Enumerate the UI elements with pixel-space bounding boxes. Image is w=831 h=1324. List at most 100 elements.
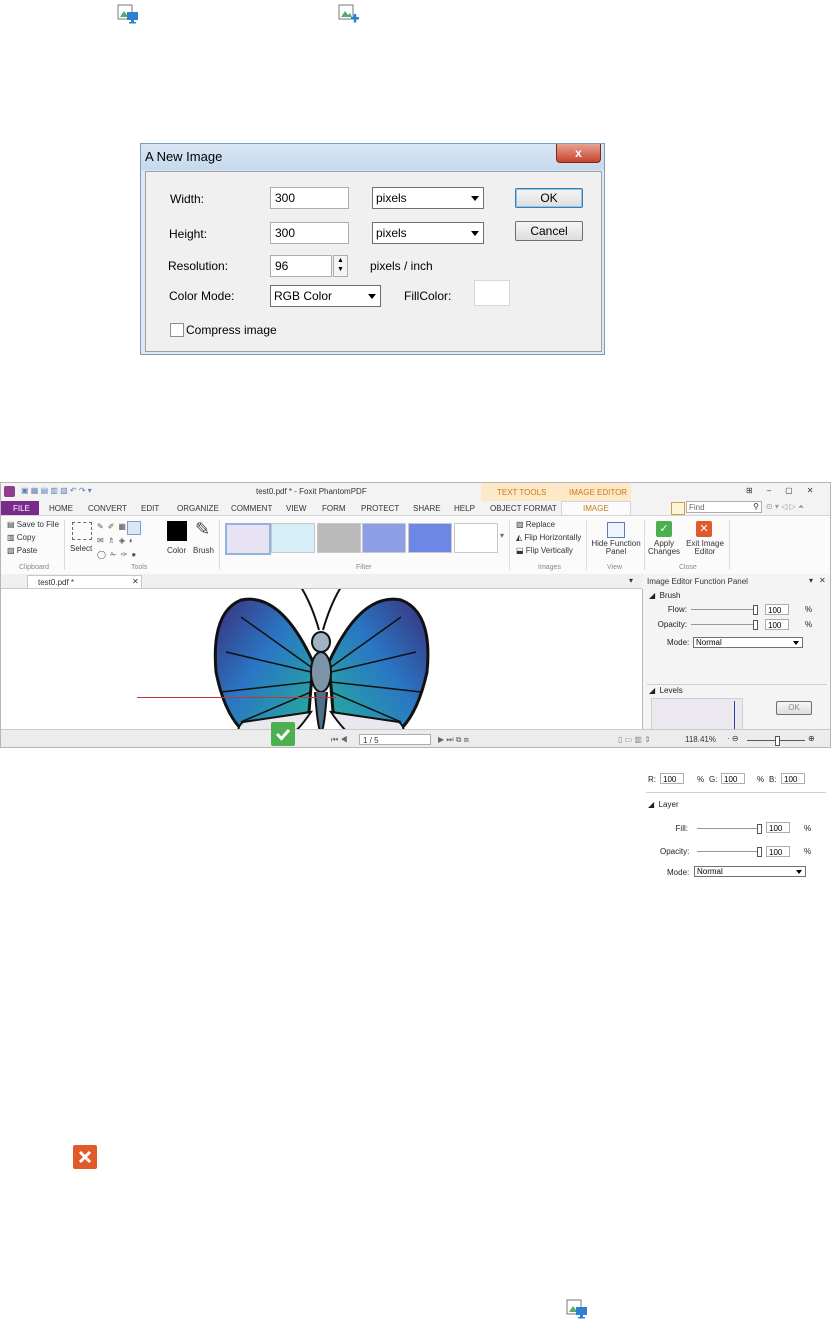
find-input[interactable]: Find ⚲	[686, 501, 762, 513]
dialog-close-button[interactable]: x	[556, 144, 601, 163]
replace-button[interactable]: ▨ Replace	[516, 520, 555, 529]
hide-panel-icon[interactable]	[607, 522, 625, 538]
compress-image-checkbox[interactable]	[170, 323, 184, 337]
menu-convert[interactable]: CONVERT	[88, 504, 127, 513]
separator	[509, 520, 510, 570]
nav-next-last-icon[interactable]: ▶ ⏭ ⧉ ⧈	[438, 735, 469, 745]
close-icon[interactable]: ✕	[132, 577, 139, 586]
zoom-in-icon[interactable]: ⊕	[808, 734, 815, 743]
brush-label[interactable]: Brush	[193, 546, 214, 555]
apply-check-icon[interactable]: ✓	[656, 521, 672, 537]
color-mode-select[interactable]: RGB Color	[270, 285, 381, 307]
search-icon[interactable]: ⚲	[753, 502, 759, 511]
levels-b-input[interactable]: 100	[781, 773, 805, 784]
paste-button[interactable]: ▧ Paste	[7, 546, 37, 555]
context-tab-text-tools[interactable]: TEXT TOOLS	[497, 488, 546, 497]
save-to-file-button[interactable]: ▤ Save to File	[7, 520, 59, 529]
width-unit-select[interactable]: pixels	[372, 187, 484, 209]
width-input[interactable]: 300	[270, 187, 349, 209]
menu-comment[interactable]: COMMENT	[231, 504, 272, 513]
exit-x-icon[interactable]: ✕	[696, 521, 712, 537]
brush-opacity-handle[interactable]	[753, 620, 758, 630]
levels-ok-button[interactable]: OK	[776, 701, 812, 715]
menu-share[interactable]: SHARE	[413, 504, 441, 513]
folder-icon[interactable]	[671, 502, 685, 515]
filter-thumb-grayscale[interactable]	[317, 523, 361, 553]
color-label[interactable]: Color	[167, 546, 186, 555]
menu-edit[interactable]: EDIT	[141, 504, 159, 513]
page-layout-icons[interactable]: ▯ ▭ ▥ ⇕	[618, 735, 651, 744]
fill-color-swatch[interactable]	[474, 280, 510, 306]
menu-protect[interactable]: PROTECT	[361, 504, 399, 513]
clipboard-group-label: Clipboard	[19, 564, 49, 571]
layer-section-header[interactable]: ◢ Layer	[648, 800, 679, 809]
menu-home[interactable]: HOME	[49, 504, 73, 513]
layer-fill-slider[interactable]	[697, 828, 759, 829]
nav-arrows-icon[interactable]: ⊙ ▾ ◁ ▷ ⏶	[766, 502, 804, 512]
layer-fill-input[interactable]: 100	[766, 822, 790, 833]
ok-button[interactable]: OK	[515, 188, 583, 208]
page-input[interactable]: 1 / 5	[359, 734, 431, 745]
flip-vertically-button[interactable]: ⬓ Flip Vertically	[516, 546, 573, 555]
menu-organize[interactable]: ORGANIZE	[177, 504, 219, 513]
context-tab-image-editor[interactable]: IMAGE EDITOR	[569, 488, 627, 497]
filter-thumb-blue[interactable]	[362, 523, 406, 553]
layer-mode-select[interactable]: Normal	[694, 866, 806, 877]
menu-help[interactable]: HELP	[454, 504, 475, 513]
levels-section-header[interactable]: ◢ Levels	[649, 686, 683, 695]
copy-button[interactable]: ▥ Copy	[7, 533, 35, 542]
brush-section-header[interactable]: ◢ Brush	[649, 591, 681, 600]
menu-view[interactable]: VIEW	[286, 504, 306, 513]
layer-opacity-handle[interactable]	[757, 847, 762, 857]
chevron-down-icon[interactable]: ▾	[809, 576, 813, 585]
height-unit-select[interactable]: pixels	[372, 222, 484, 244]
levels-b-label: B:	[769, 775, 777, 784]
exit-image-editor-label[interactable]: Exit Image Editor	[685, 540, 725, 556]
filter-thumb-cool[interactable]	[271, 523, 315, 553]
flow-input[interactable]: 100	[765, 604, 789, 615]
exit-x-icon	[73, 1145, 97, 1169]
menu-file[interactable]: FILE	[13, 504, 30, 513]
filter-scroll-icon[interactable]: ▾	[500, 531, 504, 540]
zoom-out-icon[interactable]: · ⊖	[727, 734, 739, 743]
menu-object-format[interactable]: OBJECT FORMAT	[490, 504, 557, 513]
levels-r-label: R:	[648, 775, 656, 784]
doc-tab[interactable]: test0.pdf * ✕	[27, 575, 142, 588]
color-swatch[interactable]	[167, 521, 187, 541]
select-marquee-icon[interactable]	[72, 522, 92, 540]
brush-mode-select[interactable]: Normal	[693, 637, 803, 648]
filter-thumb-bw[interactable]	[454, 523, 498, 553]
window-controls[interactable]: ⊞–▢✕	[746, 486, 827, 495]
butterfly-image[interactable]	[171, 589, 471, 729]
brush-icon[interactable]: ✎	[195, 519, 210, 540]
flow-slider[interactable]	[691, 609, 755, 610]
resolution-stepper[interactable]: ▲ ▼	[333, 255, 348, 277]
filter-thumb-normal[interactable]	[225, 523, 271, 555]
menu-form[interactable]: FORM	[322, 504, 346, 513]
height-input[interactable]: 300	[270, 222, 349, 244]
levels-r-input[interactable]: 100	[660, 773, 684, 784]
layer-opacity-input[interactable]: 100	[766, 846, 790, 857]
close-icon[interactable]: ✕	[819, 576, 826, 585]
flip-horizontally-button[interactable]: ◭ Flip Horizontally	[516, 533, 581, 542]
flow-slider-handle[interactable]	[753, 605, 758, 615]
brush-opacity-slider[interactable]	[691, 624, 755, 625]
brush-opacity-input[interactable]: 100	[765, 619, 789, 630]
hide-function-panel-label[interactable]: Hide Function Panel	[590, 540, 642, 556]
menu-image[interactable]: IMAGE	[583, 504, 609, 513]
quick-access-toolbar[interactable]: ▣ ▦ ▤ ▥ ▧ ↶ ↷ ▾	[21, 486, 92, 495]
divider	[646, 792, 826, 793]
chevron-down-icon[interactable]: ▾	[629, 576, 633, 585]
document-canvas[interactable]	[1, 589, 643, 729]
resolution-input[interactable]: 96	[270, 255, 332, 277]
filter-thumb-deep-blue[interactable]	[408, 523, 452, 553]
nav-first-prev-icon[interactable]: ⏮ ◀	[331, 735, 348, 745]
apply-changes-label[interactable]: Apply Changes	[648, 540, 680, 556]
select-label[interactable]: Select	[70, 544, 92, 553]
layer-opacity-slider[interactable]	[697, 851, 759, 852]
layer-fill-handle[interactable]	[757, 824, 762, 834]
cancel-button[interactable]: Cancel	[515, 221, 583, 241]
separator	[586, 520, 587, 570]
zoom-slider-handle[interactable]	[775, 736, 780, 746]
levels-g-input[interactable]: 100	[721, 773, 745, 784]
